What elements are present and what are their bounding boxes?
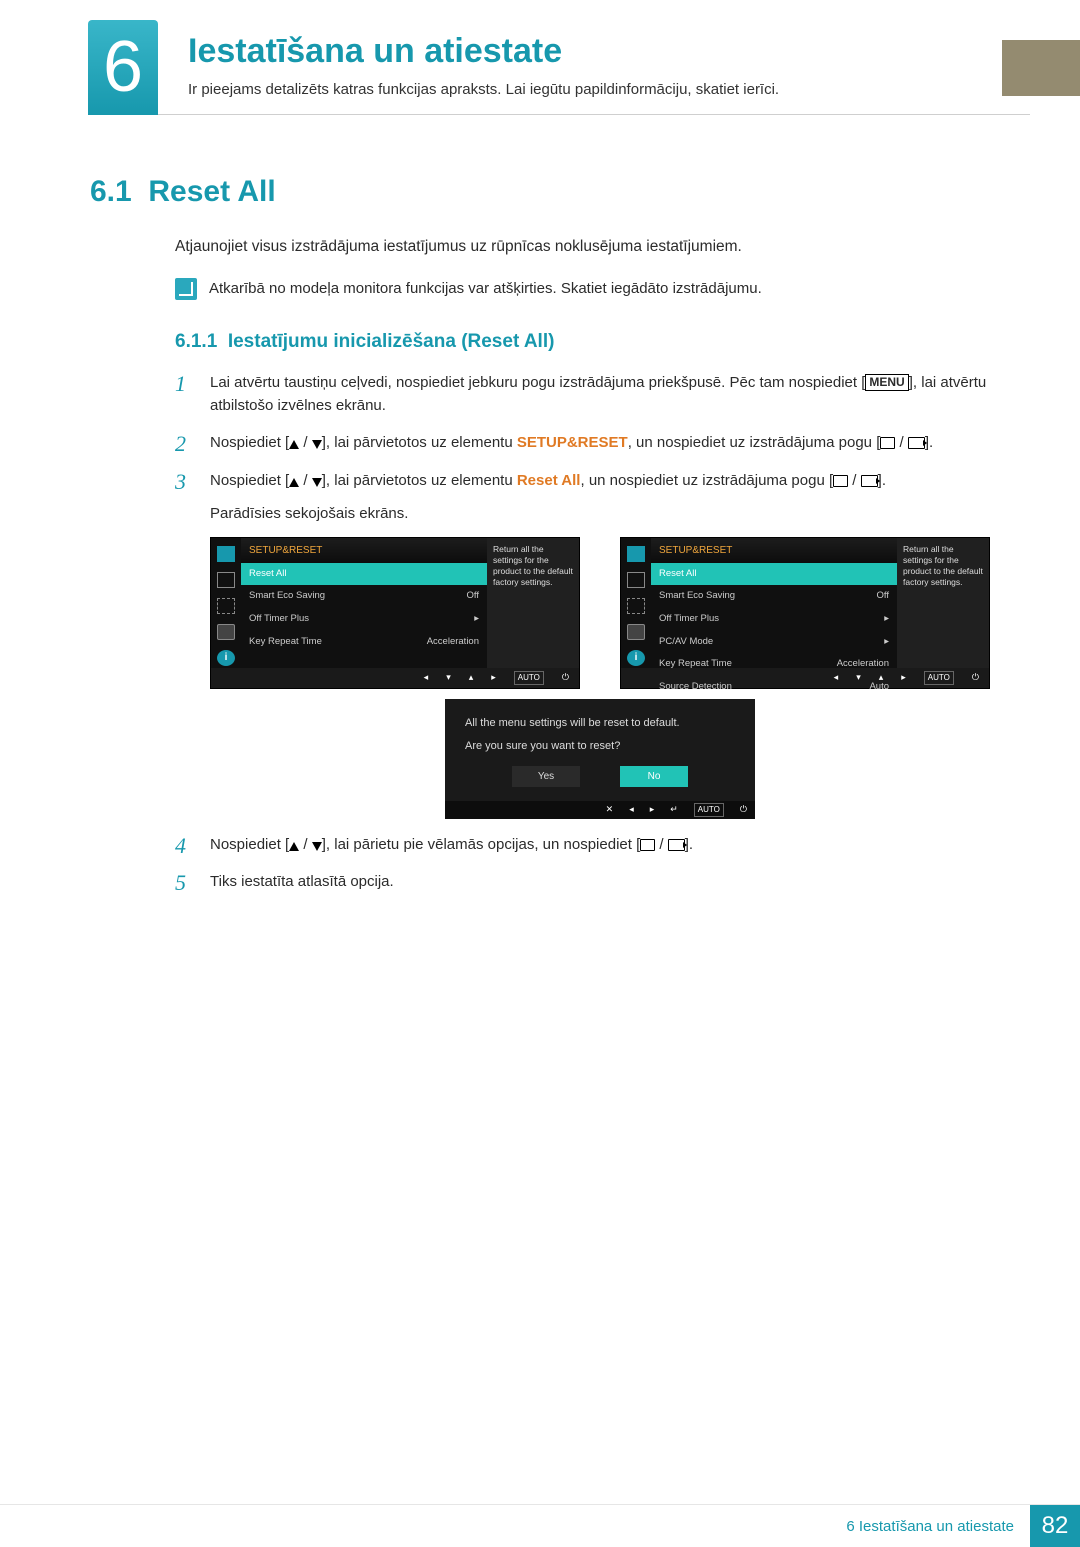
- osd-screen-right: i SETUP&RESET Reset All Smart Eco Saving…: [620, 537, 990, 689]
- gear-icon: [217, 624, 235, 640]
- up-arrow-icon: [289, 478, 299, 487]
- nav-power-icon: ⏻: [562, 671, 569, 685]
- rect-icon: [880, 437, 895, 449]
- nav-right-icon: ▸: [901, 671, 906, 685]
- note-text: Atkarībā no modeļa monitora funkcijas va…: [209, 278, 762, 301]
- resize-icon: [627, 598, 645, 614]
- enter-icon: [908, 437, 925, 449]
- osd-sidebar: i: [621, 538, 651, 668]
- osd-item-resetall: Reset All: [651, 563, 897, 586]
- info-icon: i: [627, 650, 645, 666]
- footer-chapter-label: 6 Iestatīšana un atiestate: [846, 1518, 1014, 1535]
- resize-icon: [217, 598, 235, 614]
- list-icon: [627, 572, 645, 588]
- osd-item: Smart Eco SavingOff: [651, 585, 897, 608]
- nav-left-icon: ◂: [834, 671, 839, 685]
- rect-icon: [833, 475, 848, 487]
- osd-header: SETUP&RESET: [651, 538, 897, 563]
- step-1: Lai atvērtu taustiņu ceļvedi, nospiediet…: [175, 371, 990, 418]
- confirm-yes-button: Yes: [512, 766, 580, 787]
- osd-screen-left: i SETUP&RESET Reset All Smart Eco Saving…: [210, 537, 580, 689]
- nav-auto-label: AUTO: [514, 671, 544, 685]
- section-heading: 6.1 Reset All: [90, 175, 990, 209]
- nav-down-icon: ▾: [446, 671, 451, 685]
- osd-screens-row: i SETUP&RESET Reset All Smart Eco Saving…: [210, 537, 990, 689]
- nav-enter-icon: ↵: [670, 803, 678, 817]
- info-icon: i: [217, 650, 235, 666]
- subsection-heading: 6.1.1 Iestatījumu inicializēšana (Reset …: [175, 331, 990, 353]
- osd-confirm-dialog: All the menu settings will be reset to d…: [445, 699, 755, 819]
- step-4: Nospiediet [ / ], lai pārietu pie vēlamā…: [175, 833, 990, 856]
- osd-item: Key Repeat TimeAcceleration: [241, 631, 487, 654]
- nav-power-icon: ⏻: [740, 803, 747, 817]
- section-number: 6.1: [90, 175, 132, 208]
- osd-menu-list: SETUP&RESET Reset All Smart Eco SavingOf…: [651, 538, 897, 668]
- section-intro: Atjaunojiet visus izstrādājuma iestatīju…: [175, 235, 990, 258]
- step-3-follow: Parādīsies sekojošais ekrāns.: [210, 502, 990, 525]
- section-title: Reset All: [148, 175, 275, 208]
- chapter-header: 6 Iestatīšana un atiestate Ir pieejams d…: [88, 20, 1030, 115]
- chapter-subtitle: Ir pieejams detalizēts katras funkcijas …: [188, 81, 1030, 98]
- step-2: Nospiediet [ / ], lai pārvietotos uz ele…: [175, 431, 990, 454]
- subsection-title: Iestatījumu inicializēšana (Reset All): [228, 331, 555, 352]
- nav-left-icon: ◂: [424, 671, 429, 685]
- note-icon: [175, 278, 197, 300]
- down-arrow-icon: [312, 478, 322, 487]
- nav-power-icon: ⏻: [972, 671, 979, 685]
- gear-icon: [627, 624, 645, 640]
- nav-down-icon: ▾: [856, 671, 861, 685]
- highlight-setupreset: SETUP&RESET: [517, 434, 628, 451]
- step-3: Nospiediet [ / ], lai pārvietotos uz ele…: [175, 469, 990, 820]
- chapter-title-block: Iestatīšana un atiestate Ir pieejams det…: [158, 20, 1030, 115]
- nav-left-icon: ◂: [629, 803, 634, 817]
- steps-list: Lai atvērtu taustiņu ceļvedi, nospiediet…: [175, 371, 990, 894]
- osd-menu-list: SETUP&RESET Reset All Smart Eco SavingOf…: [241, 538, 487, 668]
- note: Atkarībā no modeļa monitora funkcijas va…: [175, 278, 990, 301]
- osd-description: Return all the settings for the product …: [897, 538, 989, 668]
- list-icon: [217, 572, 235, 588]
- enter-icon: [668, 839, 685, 851]
- nav-right-icon: ▸: [650, 803, 655, 817]
- rect-icon: [640, 839, 655, 851]
- nav-up-icon: ▴: [879, 671, 884, 685]
- nav-up-icon: ▴: [469, 671, 474, 685]
- nav-auto-label: AUTO: [924, 671, 954, 685]
- osd-item: Off Timer Plus▸: [241, 608, 487, 631]
- footer-page-number: 82: [1030, 1505, 1080, 1547]
- osd-item-resetall: Reset All: [241, 563, 487, 586]
- up-arrow-icon: [289, 842, 299, 851]
- decorative-band: [1002, 40, 1080, 96]
- nav-close-icon: ✕: [606, 803, 614, 817]
- confirm-line2: Are you sure you want to reset?: [465, 738, 735, 755]
- confirm-no-button: No: [620, 766, 688, 787]
- nav-right-icon: ▸: [491, 671, 496, 685]
- highlight-resetall: Reset All: [517, 472, 581, 489]
- enter-icon: [861, 475, 878, 487]
- osd-sidebar: i: [211, 538, 241, 668]
- confirm-nav-bar: ✕ ◂ ▸ ↵ AUTO ⏻: [445, 801, 755, 819]
- chapter-title: Iestatīšana un atiestate: [188, 32, 1030, 71]
- osd-header: SETUP&RESET: [241, 538, 487, 563]
- osd-nav-bar: ◂ ▾ ▴ ▸ AUTO ⏻: [211, 668, 579, 688]
- nav-auto-label: AUTO: [694, 803, 724, 817]
- osd-item: Off Timer Plus▸: [651, 608, 897, 631]
- osd-description: Return all the settings for the product …: [487, 538, 579, 668]
- down-arrow-icon: [312, 842, 322, 851]
- menu-button-label: MENU: [865, 374, 908, 391]
- monitor-icon: [627, 546, 645, 562]
- monitor-icon: [217, 546, 235, 562]
- osd-item: PC/AV Mode▸: [651, 631, 897, 654]
- chapter-number: 6: [88, 20, 158, 115]
- step-5: Tiks iestatīta atlasītā opcija.: [175, 870, 990, 893]
- confirm-line1: All the menu settings will be reset to d…: [465, 715, 735, 732]
- manual-page: 6 Iestatīšana un atiestate Ir pieejams d…: [0, 20, 1080, 1547]
- osd-item: Smart Eco SavingOff: [241, 585, 487, 608]
- page-footer: 6 Iestatīšana un atiestate 82: [0, 1504, 1080, 1547]
- subsection-number: 6.1.1: [175, 331, 217, 352]
- up-arrow-icon: [289, 440, 299, 449]
- down-arrow-icon: [312, 440, 322, 449]
